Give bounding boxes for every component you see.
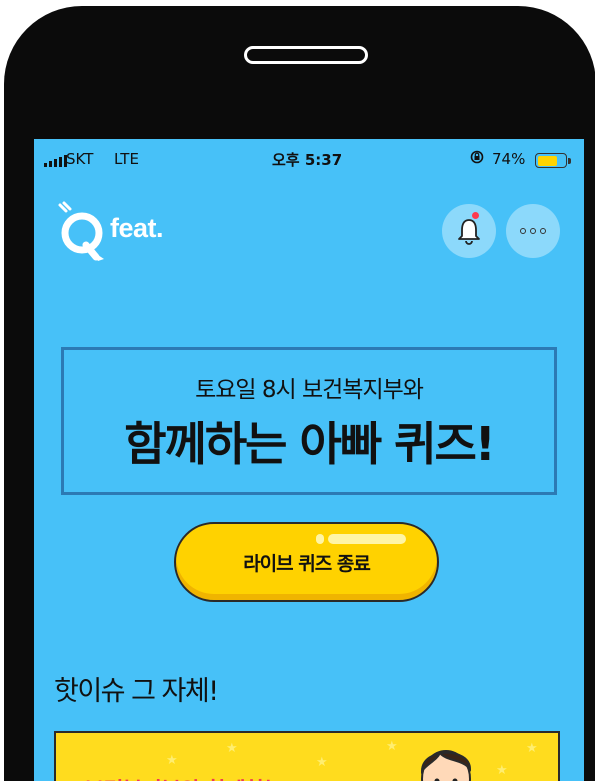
network-label: LTE (114, 150, 139, 168)
star-icon: ★ (526, 741, 538, 756)
battery-cap (568, 158, 571, 164)
live-quiz-label: 라이브 퀴즈 종료 (243, 552, 371, 575)
clock-time: 오후 5:37 (272, 151, 343, 169)
app-screen: SKT LTE 오후 5:37 74% feat. 토요일 8시 보건복지부와 … (34, 139, 584, 781)
notification-button[interactable] (442, 204, 496, 258)
star-icon: ★ (226, 741, 238, 756)
signal-icon (44, 155, 67, 167)
live-quiz-button[interactable]: 라이브 퀴즈 종료 (174, 522, 439, 602)
banner-title: 함께하는 아빠 퀴즈! (124, 417, 496, 471)
quiz-banner: 토요일 8시 보건복지부와 함께하는 아빠 퀴즈! (61, 347, 557, 495)
banner-subtitle: 토요일 8시 보건복지부와 (195, 377, 424, 403)
q-logo-icon (58, 201, 104, 261)
battery-icon (535, 153, 567, 168)
battery-percent: 74% (492, 150, 526, 168)
star-icon: ★ (496, 763, 508, 778)
character-illustration (420, 750, 472, 781)
status-bar: SKT LTE 오후 5:37 74% (34, 139, 584, 179)
rotation-lock-icon (470, 150, 484, 168)
star-icon: ★ (166, 753, 178, 768)
button-shine-dot (316, 534, 324, 544)
notification-dot (472, 212, 479, 219)
section-title: 핫이슈 그 자체! (54, 676, 219, 707)
carrier-label: SKT (66, 150, 94, 168)
card-text: 보건복지부와 함께하는 (84, 773, 284, 781)
button-shine (328, 534, 406, 544)
phone-frame: SKT LTE 오후 5:37 74% feat. 토요일 8시 보건복지부와 … (4, 6, 595, 781)
bell-icon (458, 219, 480, 245)
issue-card[interactable]: ★ ★ ★ ★ ★ ★ 보건복지부와 함께하는 (54, 731, 560, 781)
star-icon: ★ (386, 739, 398, 754)
phone-speaker (244, 46, 368, 64)
star-icon: ★ (316, 755, 328, 770)
app-logo[interactable]: feat. (56, 199, 216, 269)
more-button[interactable] (506, 204, 560, 258)
logo-text: feat. (110, 213, 164, 243)
more-icon (520, 228, 546, 234)
